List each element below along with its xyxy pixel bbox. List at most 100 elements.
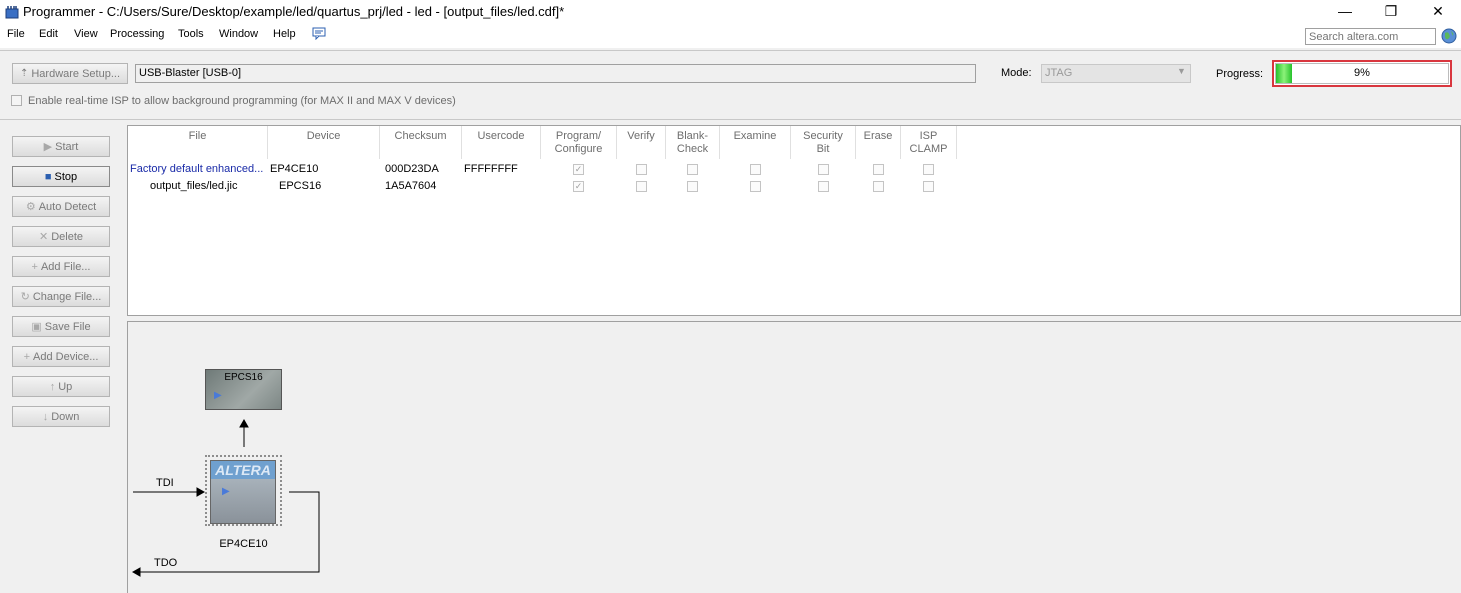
tdi-label: TDI bbox=[156, 477, 174, 489]
column-header[interactable]: Erase bbox=[856, 126, 901, 159]
menu-view[interactable]: View bbox=[74, 28, 98, 40]
add-file-icon: + bbox=[31, 260, 38, 273]
mode-label: Mode: bbox=[1001, 67, 1032, 79]
play-arrow-icon: ▶ bbox=[214, 390, 222, 401]
isp-checkbox[interactable] bbox=[923, 181, 934, 192]
down-icon: ↓ bbox=[42, 410, 49, 423]
security-checkbox[interactable] bbox=[817, 164, 829, 175]
close-button[interactable]: ✕ bbox=[1415, 0, 1461, 24]
auto-detect-icon: ⚙ bbox=[25, 201, 36, 213]
erase-checkbox[interactable] bbox=[872, 164, 884, 175]
program-checkbox[interactable]: ✓ bbox=[573, 181, 584, 192]
epcs16-label: EPCS16 bbox=[224, 372, 263, 383]
add-device-button[interactable]: + Add Device... bbox=[12, 346, 110, 367]
column-header[interactable]: Device bbox=[268, 126, 380, 159]
start-button[interactable]: ▶ Start bbox=[12, 136, 110, 157]
examine-checkbox[interactable] bbox=[749, 164, 761, 175]
add-file-label: Add File... bbox=[40, 260, 91, 273]
change-file-label: Change File... bbox=[32, 290, 102, 303]
isp-label: Enable real-time ISP to allow background… bbox=[28, 95, 456, 107]
change-file-icon: ↻ bbox=[20, 291, 30, 303]
delete-label: Delete bbox=[51, 230, 83, 243]
stop-label: Stop bbox=[54, 170, 78, 183]
hardware-setup-icon: ⇡ bbox=[19, 68, 29, 79]
hardware-field: USB-Blaster [USB-0] bbox=[135, 64, 976, 83]
stop-icon: ■ bbox=[44, 170, 52, 183]
program-checkbox[interactable]: ✓ bbox=[573, 164, 584, 175]
config-arrow bbox=[239, 418, 249, 428]
checksum-cell: 000D23DA bbox=[385, 163, 439, 175]
auto-detect-label: Auto Detect bbox=[38, 200, 97, 213]
globe-icon[interactable] bbox=[1441, 28, 1457, 44]
file-cell: Factory default enhanced... bbox=[130, 163, 264, 175]
mode-select[interactable]: JTAG bbox=[1041, 64, 1191, 83]
column-header[interactable]: ISP CLAMP bbox=[901, 126, 957, 159]
up-label: Up bbox=[58, 380, 73, 393]
tdo-arrow bbox=[131, 567, 141, 577]
add-device-label: Add Device... bbox=[33, 350, 99, 363]
maximize-button[interactable]: ❐ bbox=[1368, 0, 1414, 24]
column-header[interactable]: Security Bit bbox=[791, 126, 856, 159]
menu-edit[interactable]: Edit bbox=[39, 28, 58, 40]
window-title: Programmer - C:/Users/Sure/Desktop/examp… bbox=[23, 4, 565, 19]
menu-processing[interactable]: Processing bbox=[110, 28, 164, 40]
device-cell: EPCS16 bbox=[279, 180, 322, 192]
verify-checkbox[interactable] bbox=[635, 181, 647, 192]
erase-checkbox[interactable] bbox=[872, 181, 884, 192]
add-file-button[interactable]: + Add File... bbox=[12, 256, 110, 277]
help-chat-icon[interactable] bbox=[312, 27, 326, 40]
table-row[interactable] bbox=[128, 179, 958, 195]
delete-button[interactable]: ✕ Delete bbox=[12, 226, 110, 247]
change-file-button[interactable]: ↻ Change File... bbox=[12, 286, 110, 307]
checksum-cell: 1A5A7604 bbox=[385, 180, 437, 192]
chain-wires bbox=[131, 418, 320, 577]
column-header[interactable]: Usercode bbox=[462, 126, 541, 159]
progress-label: Progress: bbox=[1216, 68, 1264, 80]
programmer-app-icon bbox=[5, 6, 19, 19]
column-header[interactable]: Examine bbox=[720, 126, 791, 159]
play-icon: ▶ bbox=[43, 141, 53, 153]
search-altera-input[interactable] bbox=[1305, 28, 1436, 45]
save-file-button[interactable]: ▣ Save File bbox=[12, 316, 110, 337]
stop-button[interactable]: ■ Stop bbox=[12, 166, 110, 187]
isp-checkbox[interactable] bbox=[11, 95, 22, 106]
hardware-panel bbox=[0, 50, 1461, 120]
progress-text: 9% bbox=[1354, 67, 1370, 79]
down-label: Down bbox=[51, 410, 80, 423]
blank-checkbox[interactable] bbox=[687, 164, 698, 175]
down-button[interactable]: ↓ Down bbox=[12, 406, 110, 427]
tdi-arrow bbox=[196, 487, 206, 497]
menu-help[interactable]: Help bbox=[273, 28, 296, 40]
menu-window[interactable]: Window bbox=[219, 28, 258, 40]
save-file-icon: ▣ bbox=[31, 321, 42, 333]
blank-checkbox[interactable] bbox=[687, 181, 698, 192]
save-file-label: Save File bbox=[44, 320, 91, 333]
column-header[interactable]: Verify bbox=[617, 126, 666, 159]
verify-checkbox[interactable] bbox=[635, 164, 647, 175]
up-button[interactable]: ↑ Up bbox=[12, 376, 110, 397]
column-header[interactable]: Program/ Configure bbox=[541, 126, 617, 159]
tdo-label: TDO bbox=[154, 557, 178, 569]
column-header[interactable]: Blank- Check bbox=[666, 126, 720, 159]
chevron-down-icon: ▼ bbox=[1177, 66, 1186, 76]
column-header[interactable]: File bbox=[128, 126, 268, 159]
menu-tools[interactable]: Tools bbox=[178, 28, 204, 40]
examine-checkbox[interactable] bbox=[749, 181, 761, 192]
play-arrow-icon: ▶ bbox=[222, 486, 230, 497]
usercode-cell: FFFFFFFF bbox=[464, 163, 518, 175]
minimize-button[interactable]: — bbox=[1322, 0, 1368, 24]
file-cell: output_files/led.jic bbox=[150, 180, 238, 192]
menu-file[interactable]: File bbox=[7, 28, 25, 40]
delete-icon: ✕ bbox=[38, 231, 49, 243]
isp-checkbox[interactable] bbox=[923, 164, 934, 175]
altera-logo: ALTERA bbox=[211, 461, 275, 479]
add-device-icon: + bbox=[23, 350, 30, 363]
hardware-setup-label: Hardware Setup... bbox=[31, 67, 121, 80]
auto-detect-button[interactable]: ⚙ Auto Detect bbox=[12, 196, 110, 217]
up-icon: ↑ bbox=[49, 380, 56, 393]
device-cell: EP4CE10 bbox=[270, 163, 319, 175]
column-header[interactable]: Checksum bbox=[380, 126, 462, 159]
start-label: Start bbox=[55, 140, 79, 153]
hardware-setup-button[interactable]: ⇡ Hardware Setup... bbox=[12, 63, 128, 84]
security-checkbox[interactable] bbox=[817, 181, 829, 192]
